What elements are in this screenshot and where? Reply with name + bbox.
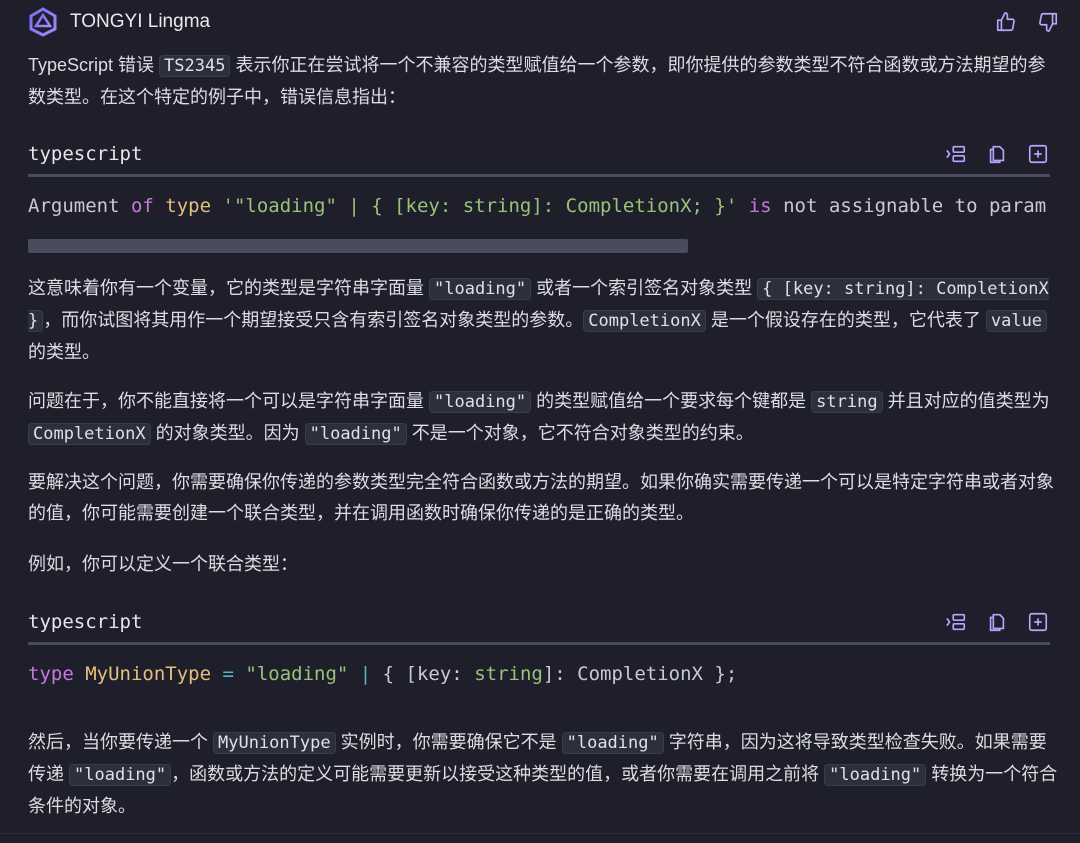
copy-icon[interactable] <box>985 610 1009 634</box>
inline-code: CompletionX <box>583 310 706 332</box>
insert-icon[interactable] <box>944 610 968 634</box>
thumbs-up-icon[interactable] <box>994 10 1018 34</box>
inline-code: value <box>985 310 1048 332</box>
code-language-label: typescript <box>28 143 143 165</box>
inline-code: "loading" <box>69 764 172 786</box>
answer-paragraph-1: TypeScript 错误 TS2345 表示你正在尝试将一个不兼容的类型赋值给… <box>28 55 1046 107</box>
code-line: type MyUnionType = "loading" | { [key: s… <box>28 663 738 685</box>
inline-code: "loading" <box>561 732 664 754</box>
code-block-2: typescript type MyUnionType = "loading" … <box>28 602 1050 685</box>
copy-icon[interactable] <box>985 142 1009 166</box>
new-file-icon[interactable] <box>1026 610 1050 634</box>
insert-icon[interactable] <box>944 142 968 166</box>
answer-paragraph-2: 这意味着你有一个变量，它的类型是字符串字面量 "loading" 或者一个索引签… <box>28 278 1049 362</box>
horizontal-scrollbar[interactable] <box>28 239 688 253</box>
inline-code: "loading" <box>429 278 532 300</box>
inline-code: CompletionX <box>28 423 151 445</box>
app-name: TONGYI Lingma <box>70 11 211 32</box>
lingma-logo-icon <box>28 7 58 37</box>
code-line: Argument of type '"loading" | { [key: st… <box>28 195 1047 217</box>
inline-code: string <box>811 391 883 413</box>
answer-paragraph-3: 问题在于，你不能直接将一个可以是字符串字面量 "loading" 的类型赋值给一… <box>28 391 1050 445</box>
answer-paragraph-4: 要解决这个问题，你需要确保你传递的参数类型完全符合函数或方法的期望。如果你确实需… <box>28 472 1054 523</box>
inline-code: "loading" <box>304 423 407 445</box>
inline-code: TS2345 <box>159 55 231 77</box>
chat-header: TONGYI Lingma <box>28 6 1060 38</box>
answer-paragraph-5: 例如，你可以定义一个联合类型： <box>28 554 298 574</box>
thumbs-down-icon[interactable] <box>1036 10 1060 34</box>
inline-code: "loading" <box>429 391 532 413</box>
divider <box>0 833 1080 834</box>
code-language-label: typescript <box>28 611 143 633</box>
inline-code: MyUnionType <box>213 732 336 754</box>
new-file-icon[interactable] <box>1026 142 1050 166</box>
code-block-1: typescript Argument of type '"loading" |… <box>28 134 1050 217</box>
answer-paragraph-6: 然后，当你要传递一个 MyUnionType 实例时，你需要确保它不是 "loa… <box>28 732 1058 816</box>
inline-code: "loading" <box>824 764 927 786</box>
